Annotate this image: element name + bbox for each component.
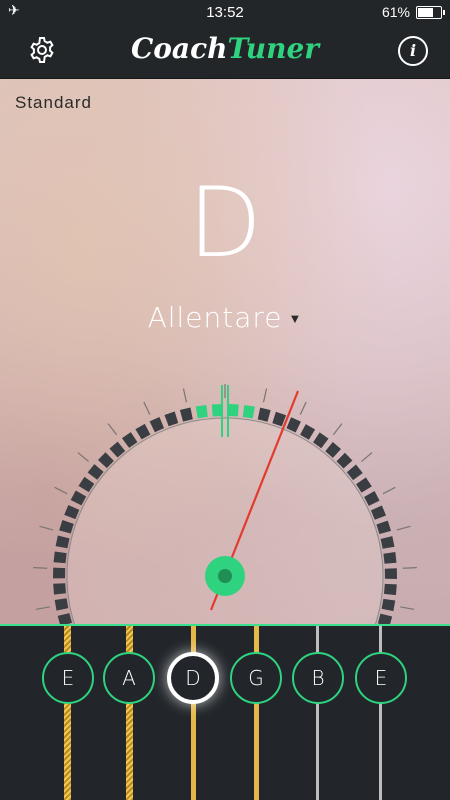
- app-logo: CoachTuner: [0, 32, 450, 65]
- gauge-segment: [384, 583, 397, 596]
- string-peg-d[interactable]: D: [167, 652, 219, 704]
- gauge-tick: [262, 388, 268, 403]
- gauge-segment: [384, 568, 397, 580]
- logo-coach: Coach: [130, 32, 228, 65]
- gauge-tick: [182, 388, 188, 403]
- gauge-segment: [286, 417, 301, 433]
- gauge-tick: [396, 525, 411, 531]
- info-icon[interactable]: i: [398, 36, 428, 66]
- gauge-tick: [332, 423, 343, 436]
- gauge-segment: [381, 598, 396, 612]
- gauge-tick: [400, 606, 415, 610]
- gauge-segment: [242, 405, 255, 419]
- battery-icon: [416, 6, 445, 19]
- gauge-tick: [382, 486, 396, 495]
- tuning-gauge: [33, 384, 417, 626]
- string-peg-b[interactable]: B: [292, 652, 344, 704]
- string-label: G: [248, 666, 264, 690]
- string-label: B: [311, 666, 325, 690]
- app-header: CoachTuner i: [0, 24, 450, 79]
- gauge-segment: [55, 535, 70, 549]
- gauge-segment: [179, 407, 193, 422]
- gauge-tick: [107, 423, 118, 436]
- string-peg-g[interactable]: G: [230, 652, 282, 704]
- gauge-segment: [356, 477, 372, 493]
- string-label: D: [185, 666, 201, 690]
- status-bar: ✈ 13:52 61%: [0, 0, 450, 24]
- gauge-segment: [64, 504, 80, 520]
- string-peg-e-low[interactable]: E: [42, 652, 94, 704]
- logo-tuner: Tuner: [227, 32, 320, 65]
- gauge-tick: [35, 606, 50, 610]
- gauge-segment: [380, 536, 395, 549]
- needle-hub-center: [218, 569, 232, 583]
- gauge-tick: [39, 525, 54, 531]
- string-label: A: [122, 666, 136, 690]
- string-peg-e-high[interactable]: E: [355, 652, 407, 704]
- gauge-segment: [370, 505, 387, 520]
- gauge-tick: [77, 452, 90, 463]
- string-selector: E A D G B E: [0, 626, 450, 800]
- string-label: E: [61, 666, 75, 690]
- gauge-segment: [59, 520, 74, 534]
- gauge-tick: [33, 567, 48, 569]
- tuner-panel: Standard D Allentare ▼: [0, 79, 450, 626]
- string-label: E: [374, 666, 388, 690]
- gauge-segment: [300, 424, 316, 440]
- gauge-segment: [383, 552, 397, 564]
- gauge-segment: [376, 520, 391, 535]
- gauge-segment: [227, 404, 239, 417]
- string-peg-a[interactable]: A: [103, 652, 155, 704]
- battery-percent: 61%: [381, 4, 410, 20]
- gauge-segment: [53, 567, 66, 579]
- gauge-segment: [135, 423, 151, 440]
- gauge-segment: [70, 490, 87, 506]
- gauge-tick: [402, 567, 417, 569]
- gauge-tick: [143, 401, 151, 415]
- gauge-segment: [53, 551, 67, 564]
- gauge-segment: [149, 416, 165, 433]
- gauge-segment: [164, 411, 179, 427]
- gauge-segment: [53, 583, 66, 595]
- gauge-tick: [360, 452, 373, 463]
- gauge-segment: [364, 491, 380, 506]
- gauge-segment: [54, 598, 69, 611]
- gauge-segment: [257, 407, 271, 422]
- gauge-segment: [195, 405, 208, 419]
- gauge-tick: [54, 486, 68, 495]
- gauge-segment: [78, 476, 95, 493]
- gauge-tick: [299, 401, 307, 415]
